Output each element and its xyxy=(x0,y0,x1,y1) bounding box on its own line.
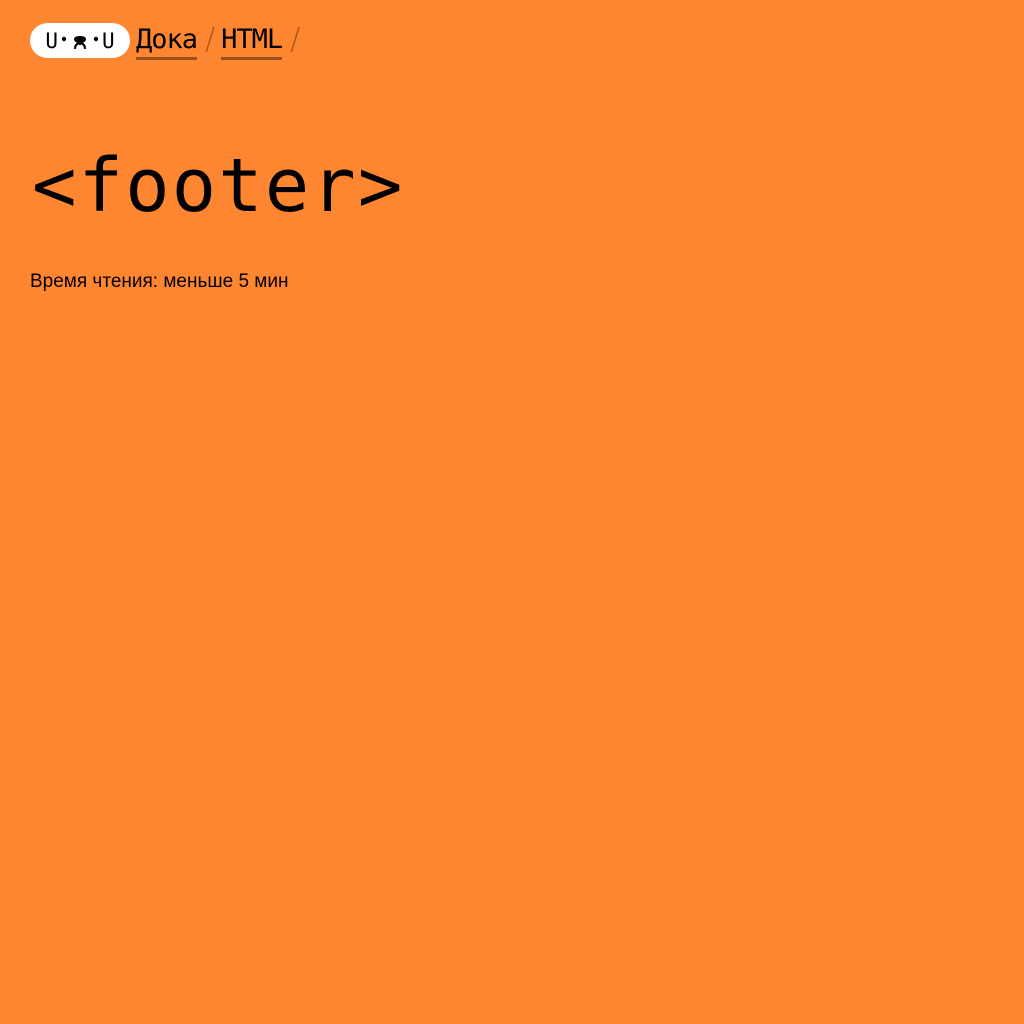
logo-left-letter: U xyxy=(45,29,58,53)
cat-face-icon xyxy=(58,30,102,52)
logo-right-letter: U xyxy=(102,29,115,53)
site-header: U U Дока / HTML / xyxy=(30,23,306,63)
page-title: <footer> xyxy=(32,143,405,229)
reading-time: Время чтения: меньше 5 мин xyxy=(30,271,289,292)
breadcrumb-html[interactable]: HTML xyxy=(221,23,283,60)
logo-link[interactable]: U U xyxy=(30,23,130,58)
breadcrumb-separator: / xyxy=(205,22,216,57)
breadcrumb-separator: / xyxy=(290,22,301,57)
breadcrumb-doka[interactable]: Дока xyxy=(136,23,198,60)
